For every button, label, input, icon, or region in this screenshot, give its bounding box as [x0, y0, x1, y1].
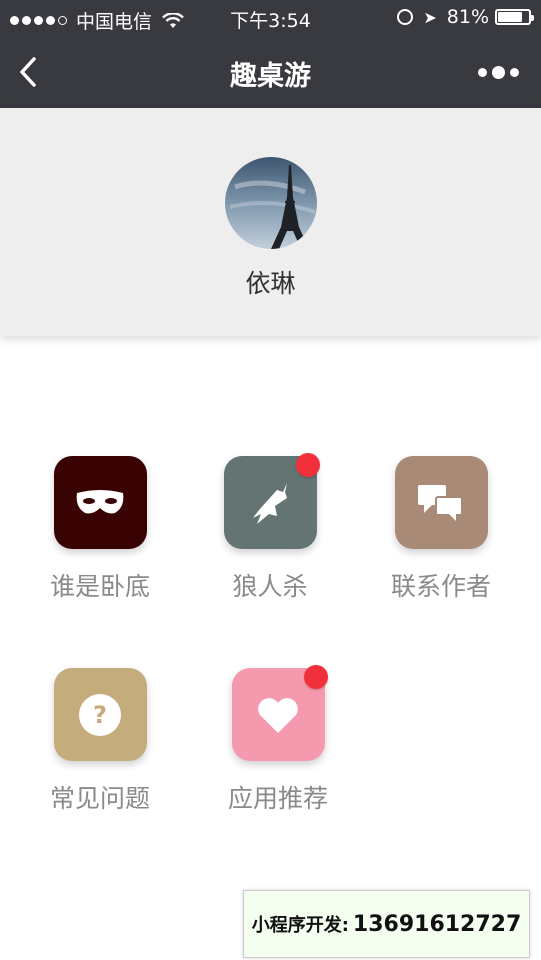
- page-title: 趣桌游: [230, 61, 311, 92]
- banner-label: 小程序开发:: [251, 915, 349, 936]
- more-dots-icon[interactable]: [473, 66, 519, 79]
- rotation-lock-icon: [397, 9, 414, 25]
- battery-percent: 81%: [446, 6, 489, 28]
- menu-item-undercover[interactable]: 谁是卧底: [30, 456, 170, 603]
- chat-bubbles-icon: [418, 484, 463, 521]
- notification-badge: [295, 453, 320, 477]
- status-bar: 中国电信 下午3:54 ➤ 81%: [0, 0, 541, 36]
- menu-tile[interactable]: ?: [53, 668, 147, 761]
- nav-bar: 趣桌游: [0, 36, 541, 108]
- menu-item-label: 应用推荐: [227, 784, 328, 813]
- profile-header: 依琳: [0, 108, 541, 336]
- eiffel-tower-icon: [229, 165, 316, 249]
- dev-contact-banner[interactable]: 小程序开发: 13691612727: [243, 890, 530, 958]
- menu-tile[interactable]: [394, 456, 488, 549]
- dot: [492, 66, 505, 79]
- battery-icon: [495, 9, 534, 25]
- menu-tile[interactable]: [231, 665, 328, 761]
- menu-tile[interactable]: [53, 456, 147, 549]
- banner-phone: 13691612727: [352, 911, 522, 937]
- status-right: ➤ 81%: [397, 6, 534, 28]
- menu-tile[interactable]: [223, 453, 320, 549]
- mask-icon: [76, 489, 124, 513]
- menu-item-label: 联系作者: [390, 572, 491, 601]
- menu-item-label: 谁是卧底: [49, 572, 150, 601]
- menu-item-label: 常见问题: [49, 784, 150, 813]
- location-arrow-icon: ➤: [423, 7, 437, 27]
- menu-item-label: 狼人杀: [232, 572, 308, 601]
- avatar[interactable]: [225, 157, 317, 249]
- dot: [478, 68, 487, 77]
- menu-item-contact-author[interactable]: 联系作者: [371, 456, 511, 603]
- question-icon: ?: [79, 693, 121, 736]
- notification-badge: [303, 665, 328, 689]
- menu-item-werewolf[interactable]: 狼人杀: [200, 453, 340, 603]
- menu-item-app-recommend[interactable]: 应用推荐: [208, 665, 348, 815]
- menu-item-faq[interactable]: ? 常见问题: [30, 668, 170, 815]
- username: 依琳: [245, 269, 296, 298]
- dot: [510, 68, 519, 77]
- svg-text:?: ?: [93, 701, 107, 729]
- wolf-icon: [253, 482, 287, 524]
- heart-icon: [258, 697, 298, 733]
